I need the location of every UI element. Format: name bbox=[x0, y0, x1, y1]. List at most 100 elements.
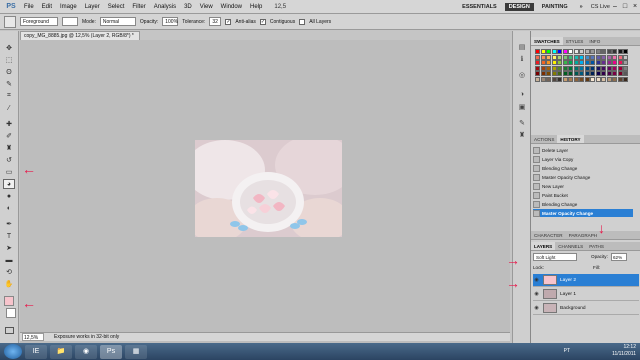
shape-tool-icon[interactable]: ▬ bbox=[3, 255, 15, 265]
swatch[interactable] bbox=[535, 60, 540, 65]
swatch[interactable] bbox=[612, 65, 617, 71]
swatch[interactable] bbox=[623, 60, 628, 65]
brush-presets-icon[interactable]: ✎ bbox=[517, 119, 527, 129]
menu-3d[interactable]: 3D bbox=[180, 0, 196, 14]
layer-row[interactable]: ◉ Background bbox=[533, 302, 639, 315]
eyedropper-tool-icon[interactable]: ⁄ bbox=[3, 103, 15, 113]
dodge-tool-icon[interactable]: ◐ bbox=[3, 203, 15, 213]
tab-styles[interactable]: STYLES bbox=[563, 37, 587, 45]
adjustments-icon[interactable]: ◑ bbox=[517, 91, 527, 101]
workspace-more[interactable]: » bbox=[576, 3, 587, 11]
swatch[interactable] bbox=[551, 76, 557, 82]
swatch[interactable] bbox=[568, 76, 573, 82]
swatch[interactable] bbox=[573, 65, 579, 71]
tab-actions[interactable]: ACTIONS bbox=[531, 135, 557, 143]
document-image[interactable] bbox=[195, 140, 342, 237]
tab-character[interactable]: CHARACTER bbox=[531, 231, 566, 239]
swatch[interactable] bbox=[606, 54, 612, 60]
swatch[interactable] bbox=[535, 54, 540, 60]
swatch[interactable] bbox=[617, 65, 623, 71]
swatch[interactable] bbox=[595, 65, 601, 71]
blend-mode-select[interactable]: Soft Light bbox=[533, 253, 577, 261]
swatch[interactable] bbox=[568, 71, 573, 76]
workspace-design[interactable]: DESIGN bbox=[504, 2, 534, 11]
crop-tool-icon[interactable]: ⌗ bbox=[3, 91, 15, 101]
menu-file[interactable]: File bbox=[20, 0, 38, 14]
canvas-area[interactable] bbox=[20, 40, 510, 352]
swatch[interactable] bbox=[623, 71, 628, 76]
tab-paragraph[interactable]: PARAGRAPH bbox=[566, 231, 601, 239]
swatch[interactable] bbox=[595, 60, 601, 65]
swatch[interactable] bbox=[540, 76, 546, 82]
swatch[interactable] bbox=[617, 71, 623, 76]
mini-bridge-icon[interactable]: ▤ bbox=[517, 43, 527, 53]
swatch[interactable] bbox=[601, 60, 606, 65]
swatch[interactable] bbox=[612, 54, 617, 60]
close-icon[interactable]: × bbox=[630, 3, 640, 10]
swatch[interactable] bbox=[590, 60, 595, 65]
swatch[interactable] bbox=[568, 49, 573, 54]
cs-live-button[interactable]: CS Live bbox=[591, 4, 610, 10]
swatch[interactable] bbox=[584, 60, 590, 65]
swatch[interactable] bbox=[573, 49, 579, 54]
layer-row[interactable]: ◉ Layer 1 bbox=[533, 288, 639, 301]
swatch[interactable] bbox=[612, 71, 617, 76]
swatch[interactable] bbox=[584, 76, 590, 82]
layer-row[interactable]: ◉ Layer 2 bbox=[533, 274, 639, 287]
history-item[interactable]: New Layer bbox=[533, 182, 633, 190]
brush-tool-icon[interactable]: ✐ bbox=[3, 131, 15, 141]
status-zoom-field[interactable]: 12,5% bbox=[22, 333, 44, 341]
lasso-tool-icon[interactable]: ʘ bbox=[3, 67, 15, 77]
swatch[interactable] bbox=[546, 76, 551, 82]
history-item[interactable]: Layer Via Copy bbox=[533, 155, 633, 163]
background-color-swatch[interactable] bbox=[6, 308, 16, 318]
swatch[interactable] bbox=[535, 71, 540, 76]
swatch[interactable] bbox=[623, 49, 628, 54]
swatch[interactable] bbox=[568, 54, 573, 60]
swatch[interactable] bbox=[562, 76, 568, 82]
pattern-picker[interactable] bbox=[62, 17, 78, 26]
history-item[interactable]: Master Opacity Change bbox=[533, 173, 633, 181]
swatch[interactable] bbox=[540, 49, 546, 54]
menu-select[interactable]: Select bbox=[104, 0, 129, 14]
swatch[interactable] bbox=[562, 49, 568, 54]
menu-help[interactable]: Help bbox=[246, 0, 266, 14]
clone-stamp-tool-icon[interactable]: ♜ bbox=[3, 143, 15, 153]
swatch[interactable] bbox=[606, 71, 612, 76]
swatch[interactable] bbox=[540, 65, 546, 71]
swatch[interactable] bbox=[617, 60, 623, 65]
tab-swatches[interactable]: SWATCHES bbox=[531, 37, 563, 45]
path-select-tool-icon[interactable]: ➤ bbox=[3, 243, 15, 253]
foreground-color-swatch[interactable] bbox=[4, 296, 14, 306]
swatch[interactable] bbox=[568, 60, 573, 65]
swatch[interactable] bbox=[546, 54, 551, 60]
pen-tool-icon[interactable]: ✒ bbox=[3, 219, 15, 229]
swatch[interactable] bbox=[557, 71, 562, 76]
info-icon[interactable]: ℹ bbox=[517, 55, 527, 65]
swatch[interactable] bbox=[595, 71, 601, 76]
swatch[interactable] bbox=[557, 49, 562, 54]
menu-layer[interactable]: Layer bbox=[81, 0, 104, 14]
swatch[interactable] bbox=[562, 60, 568, 65]
hand-tool-icon[interactable]: ✋ bbox=[3, 279, 15, 289]
swatch[interactable] bbox=[535, 65, 540, 71]
swatch[interactable] bbox=[540, 60, 546, 65]
swatch[interactable] bbox=[573, 76, 579, 82]
workspace-painting[interactable]: PAINTING bbox=[538, 3, 572, 11]
navigator-icon[interactable]: ◎ bbox=[517, 71, 527, 81]
tab-paths[interactable]: PATHS bbox=[586, 242, 607, 250]
document-tab[interactable]: copy_MG_8885.jpg @ 12,5% (Layer 2, RGB/8… bbox=[20, 31, 140, 40]
swatch[interactable] bbox=[595, 54, 601, 60]
swatch[interactable] bbox=[595, 49, 601, 54]
paint-bucket-tool-icon[interactable]: ◕ bbox=[3, 179, 15, 189]
all-layers-checkbox[interactable] bbox=[299, 18, 306, 25]
swatch[interactable] bbox=[551, 65, 557, 71]
clone-source-icon[interactable]: ♜ bbox=[517, 131, 527, 141]
swatch[interactable] bbox=[601, 54, 606, 60]
swatch[interactable] bbox=[579, 71, 584, 76]
history-item[interactable]: Blending Change bbox=[533, 200, 633, 208]
start-button[interactable] bbox=[4, 344, 22, 359]
masks-icon[interactable]: ▣ bbox=[517, 103, 527, 113]
quick-select-tool-icon[interactable]: ✎ bbox=[3, 79, 15, 89]
menu-image[interactable]: Image bbox=[56, 0, 81, 14]
